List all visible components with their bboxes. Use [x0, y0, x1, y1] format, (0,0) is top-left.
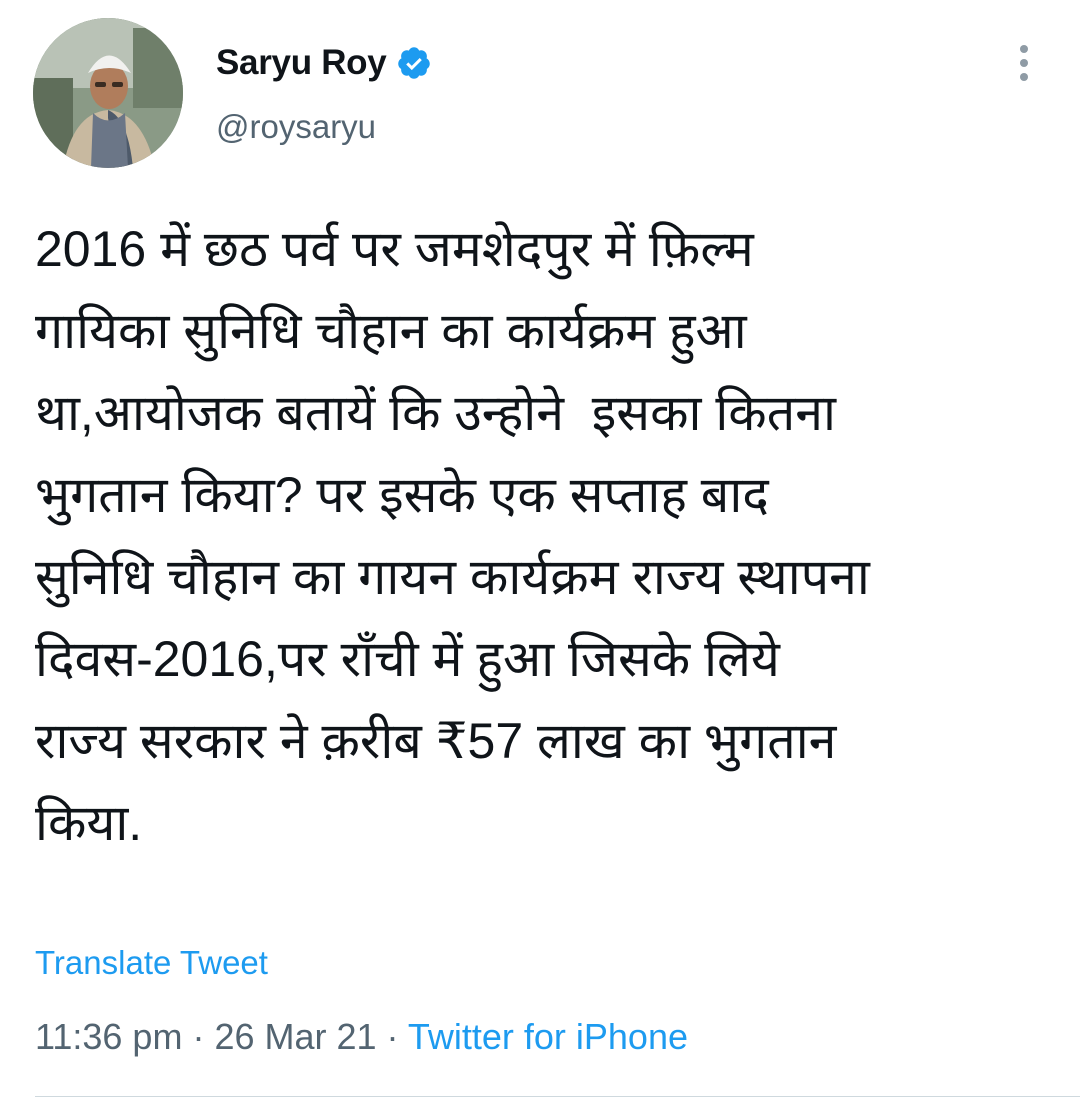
tweet-time[interactable]: 11:36 pm	[35, 1016, 182, 1057]
more-options-icon[interactable]	[1006, 40, 1042, 86]
tweet-source-link[interactable]: Twitter for iPhone	[408, 1016, 688, 1057]
meta-separator: ·	[376, 1016, 408, 1057]
avatar[interactable]	[33, 18, 183, 168]
avatar-photo	[33, 18, 183, 168]
author-handle[interactable]: @roysaryu	[216, 108, 376, 146]
author-name-row[interactable]: Saryu Roy	[216, 40, 432, 86]
verified-badge-icon	[398, 47, 431, 79]
tweet-text: 2016 में छठ पर्व पर जमशेदपुर में फ़िल्म …	[35, 221, 870, 851]
tweet-detail: Saryu Roy @roysaryu 2016 में छठ पर्व पर …	[0, 0, 1080, 1098]
tweet-metadata: 11:36 pm · 26 Mar 21 · Twitter for iPhon…	[35, 1016, 688, 1058]
tweet-date[interactable]: 26 Mar 21	[214, 1016, 376, 1057]
author-display-name[interactable]: Saryu Roy	[216, 43, 387, 83]
meta-separator: ·	[182, 1016, 215, 1057]
divider	[35, 1096, 1080, 1097]
translate-tweet-link[interactable]: Translate Tweet	[35, 944, 268, 982]
